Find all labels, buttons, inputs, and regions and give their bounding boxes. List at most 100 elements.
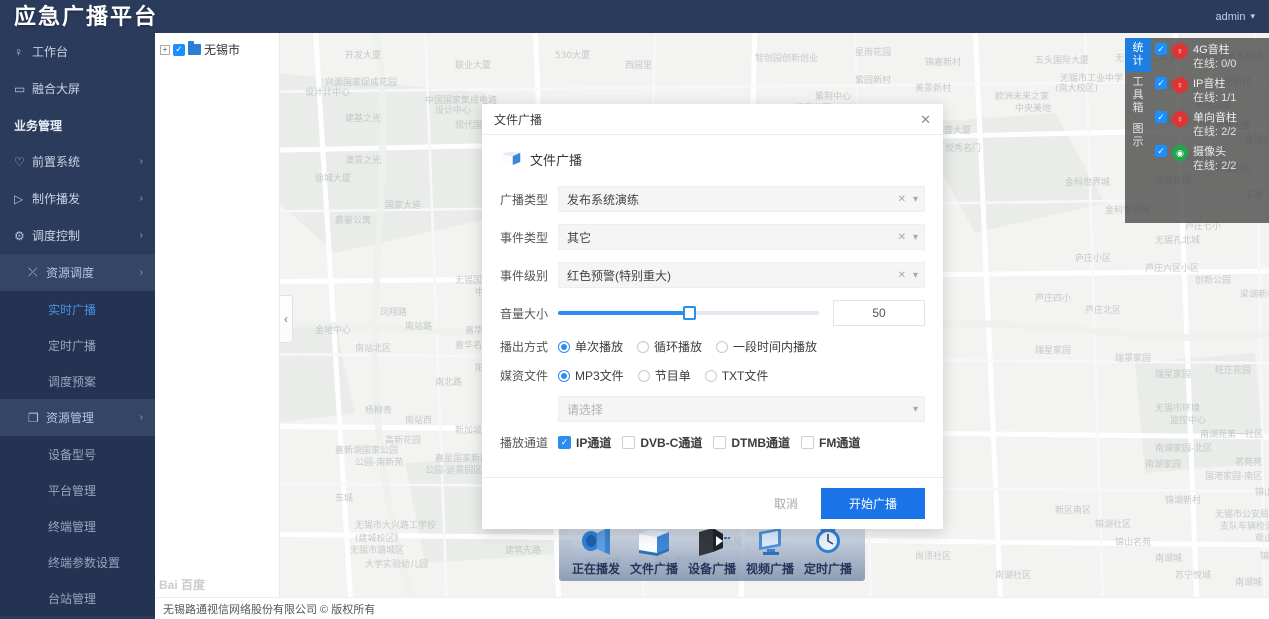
sidebar-item-fusion-screen[interactable]: ▭ 融合大屏 bbox=[0, 70, 155, 107]
sidebar-item-front-system[interactable]: ♡ 前置系统 › bbox=[0, 143, 155, 180]
svg-text:建筑先路: 建筑先路 bbox=[505, 544, 541, 556]
volume-slider-handle[interactable] bbox=[682, 306, 696, 320]
statistics-panel: 统计 工具箱 图示 ✓ ♀ 4G音柱 在线: 0/0 ✓ ♀ IP音柱 在线: … bbox=[1125, 38, 1269, 223]
tab-statistics[interactable]: 统计 bbox=[1125, 38, 1151, 72]
svg-text:监控中心: 监控中心 bbox=[1170, 414, 1206, 426]
device-type-checkbox[interactable]: ✓ bbox=[1155, 43, 1167, 55]
list-item[interactable]: ✓ ◉ 摄像头 在线: 2/2 bbox=[1155, 145, 1265, 173]
user-menu[interactable]: admin ▾ bbox=[1216, 11, 1269, 23]
radio-txt-file[interactable]: TXT文件 bbox=[704, 367, 768, 384]
sidebar-item-terminal-management[interactable]: 终端管理 bbox=[0, 508, 155, 544]
media-select[interactable]: 请选择 ▾ bbox=[558, 396, 925, 422]
sidebar-item-station-management[interactable]: 台站管理 bbox=[0, 580, 155, 616]
cancel-button[interactable]: 取消 bbox=[765, 490, 807, 517]
sidebar-item-resource-management[interactable]: ❐ 资源管理 › bbox=[0, 399, 155, 436]
chevron-down-icon: ▾ bbox=[912, 403, 918, 415]
list-item[interactable]: ✓ ♀ 4G音柱 在线: 0/0 bbox=[1155, 43, 1265, 71]
device-type-checkbox[interactable]: ✓ bbox=[1155, 77, 1167, 89]
sidebar-item-dispatch-plan[interactable]: 调度预案 bbox=[0, 363, 155, 399]
chevron-right-icon: › bbox=[139, 156, 143, 167]
svg-text:兴源国家促成花园: 兴源国家促成花园 bbox=[325, 76, 397, 88]
svg-text:美景新村: 美景新村 bbox=[915, 82, 951, 94]
svg-text:尚须社区: 尚须社区 bbox=[915, 550, 951, 562]
tree-checkbox[interactable]: ✓ bbox=[173, 43, 185, 56]
device-type-name: IP音柱 bbox=[1193, 78, 1226, 90]
close-icon[interactable]: ✕ bbox=[920, 113, 931, 126]
dialog-header: 文件广播 ✕ bbox=[482, 104, 943, 135]
sidebar-item-timed-broadcast[interactable]: 定时广播 bbox=[0, 327, 155, 363]
map-watermark: Bai 百度 bbox=[159, 578, 206, 592]
start-broadcast-button[interactable]: 开始广播 bbox=[820, 488, 925, 519]
radio-play-loop[interactable]: 循环播放 bbox=[637, 338, 702, 355]
sidebar-item-resource-dispatch[interactable]: ⤫ 资源调度 › bbox=[0, 254, 155, 291]
shuffle-icon: ⤫ bbox=[28, 265, 38, 279]
svg-text:苏宁悦城: 苏宁悦城 bbox=[1175, 569, 1211, 581]
field-event-level: 事件级别 红色预警(特别重大) ✕ ▾ bbox=[500, 262, 925, 288]
event-type-value: 其它 bbox=[567, 230, 592, 245]
volume-slider[interactable] bbox=[558, 306, 819, 320]
dock-item-video-broadcast[interactable]: 视频广播 bbox=[743, 523, 797, 579]
sidebar-item-device-model[interactable]: 设备型号 bbox=[0, 436, 155, 472]
chevron-down-icon: ▾ bbox=[912, 269, 918, 281]
dock-item-now-broadcasting[interactable]: 正在播发 bbox=[569, 523, 623, 579]
dialog-heading: 文件广播 bbox=[500, 149, 925, 170]
broadcast-type-select[interactable]: 发布系统演练 ✕ ▾ bbox=[558, 186, 925, 212]
event-type-select[interactable]: 其它 ✕ ▾ bbox=[558, 224, 925, 250]
sidebar-item-terminal-params[interactable]: 终端参数设置 bbox=[0, 544, 155, 580]
online-value: 0/0 bbox=[1221, 58, 1237, 70]
checkbox-ip-channel[interactable]: ✓ IP通道 bbox=[558, 434, 611, 451]
svg-text:瑞星家园: 瑞星家园 bbox=[1035, 344, 1071, 356]
radio-program-list[interactable]: 节目单 bbox=[637, 367, 691, 384]
tab-toolbox[interactable]: 工具箱 bbox=[1125, 72, 1151, 119]
sidebar-item-production-broadcast[interactable]: ▷ 制作播发 › bbox=[0, 180, 155, 217]
checkbox-dvbc-channel[interactable]: DVB-C通道 bbox=[622, 434, 702, 451]
map-pin-icon: ◉ bbox=[1172, 145, 1188, 164]
dock-label: 正在播发 bbox=[571, 562, 620, 576]
radio-label: 单次播放 bbox=[575, 340, 624, 354]
tree-node-wuxi[interactable]: + ✓ 无锡市 bbox=[155, 33, 279, 58]
file-broadcast-dialog: 文件广播 ✕ 文件广播 广播类型 发布系统演练 ✕ ▾ 事件类型 其它 ✕ ▾ … bbox=[482, 104, 943, 529]
svg-text:锦山全苑小区: 锦山全苑小区 bbox=[1255, 486, 1269, 498]
clear-icon[interactable]: ✕ bbox=[898, 232, 906, 243]
svg-text:无锡市潞城区: 无锡市潞城区 bbox=[350, 544, 404, 556]
svg-text:支队车辆检测中心: 支队车辆检测中心 bbox=[1220, 520, 1269, 532]
radio-mp3-file[interactable]: MP3文件 bbox=[558, 367, 624, 384]
radio-play-once[interactable]: 单次播放 bbox=[558, 338, 623, 355]
svg-text:瑞星家园: 瑞星家园 bbox=[1155, 368, 1191, 380]
map-pin-icon: ♀ bbox=[1172, 111, 1188, 130]
svg-text:锦山名苑: 锦山名苑 bbox=[1115, 536, 1151, 548]
play-icon: ▷ bbox=[14, 191, 24, 206]
folder-icon bbox=[188, 41, 201, 55]
tab-legend[interactable]: 图示 bbox=[1125, 119, 1151, 153]
tree-node-label: 无锡市 bbox=[204, 43, 241, 57]
monitor-icon: ▭ bbox=[14, 81, 26, 96]
clear-icon[interactable]: ✕ bbox=[898, 270, 906, 281]
radio-play-period[interactable]: 一段时间内播放 bbox=[716, 338, 817, 355]
list-item[interactable]: ✓ ♀ IP音柱 在线: 1/1 bbox=[1155, 77, 1265, 105]
field-label: 事件类型 bbox=[500, 230, 549, 245]
online-value: 1/1 bbox=[1221, 92, 1237, 104]
event-level-select[interactable]: 红色预警(特别重大) ✕ ▾ bbox=[558, 262, 925, 288]
sidebar-item-platform-management[interactable]: 平台管理 bbox=[0, 472, 155, 508]
checkbox-fm-channel[interactable]: FM通道 bbox=[801, 434, 860, 451]
volume-value-box[interactable]: 50 bbox=[833, 300, 925, 326]
volume-value: 50 bbox=[872, 306, 886, 320]
radio-label: MP3文件 bbox=[575, 369, 624, 383]
dock-item-timed-broadcast[interactable]: 定时广播 bbox=[801, 523, 855, 579]
checkbox-box: ✓ bbox=[558, 436, 571, 449]
online-value: 2/2 bbox=[1221, 126, 1237, 138]
svg-text:南湖城: 南湖城 bbox=[1235, 576, 1262, 588]
dock-item-file-broadcast[interactable]: 文件广播 bbox=[627, 523, 681, 579]
panel-collapse-button[interactable]: ‹ bbox=[280, 295, 293, 343]
checkbox-dtmb-channel[interactable]: DTMB通道 bbox=[713, 434, 790, 451]
clear-icon[interactable]: ✕ bbox=[898, 194, 906, 205]
sidebar-item-workbench[interactable]: ♀ 工作台 bbox=[0, 33, 155, 70]
device-type-checkbox[interactable]: ✓ bbox=[1155, 111, 1167, 123]
sidebar-item-realtime-broadcast[interactable]: 实时广播 bbox=[0, 291, 155, 327]
device-type-checkbox[interactable]: ✓ bbox=[1155, 145, 1167, 157]
dock-item-device-broadcast[interactable]: 设备广播 bbox=[685, 523, 739, 579]
list-item[interactable]: ✓ ♀ 单向音柱 在线: 2/2 bbox=[1155, 111, 1265, 139]
sidebar-item-dispatch-control[interactable]: ⚙ 调度控制 › bbox=[0, 217, 155, 254]
tree-expander-icon[interactable]: + bbox=[160, 44, 170, 55]
chevron-right-icon: › bbox=[139, 230, 143, 241]
